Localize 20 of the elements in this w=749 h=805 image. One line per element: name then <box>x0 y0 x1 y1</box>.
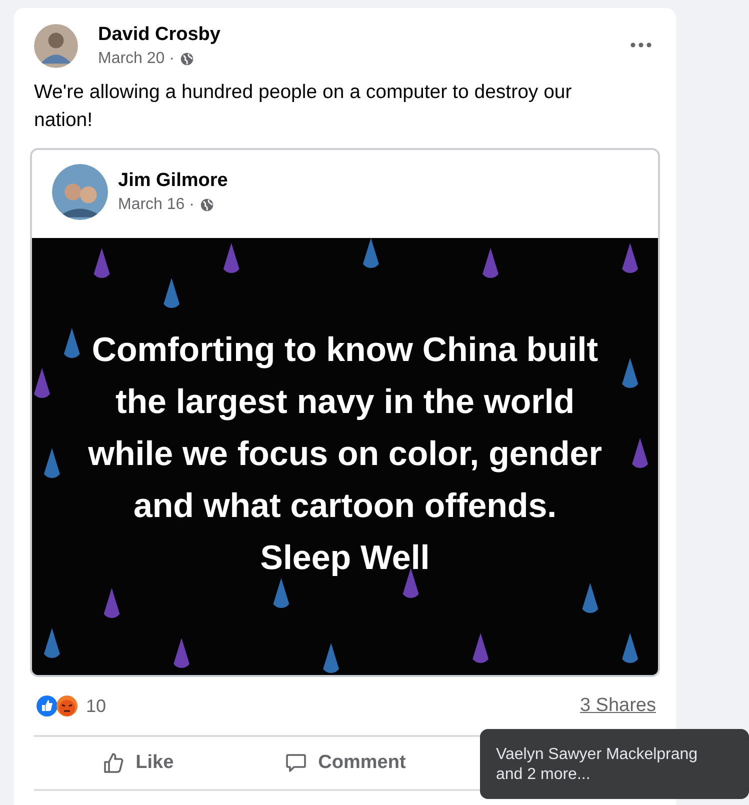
like-reaction-icon[interactable] <box>36 695 58 717</box>
author-name[interactable]: David Crosby <box>98 24 606 46</box>
globe-icon <box>180 52 194 66</box>
post-date[interactable]: March 20 · <box>98 50 174 68</box>
globe-icon <box>200 198 214 212</box>
image-caption: Comforting to know China built the largest navy in the world while we focus on color, gender and what cartoon offends. Sleep Well <box>88 330 602 579</box>
tooltip: Vaelyn Sawyer Mackelprang and 2 more... <box>480 729 749 799</box>
like-button[interactable]: Like <box>34 737 242 789</box>
avatar[interactable] <box>34 24 78 68</box>
comment-button[interactable]: Comment <box>241 737 449 789</box>
reaction-count[interactable]: 10 <box>86 696 106 716</box>
author-name[interactable]: Jim Gilmore <box>118 170 638 192</box>
shares-link[interactable]: 3 Shares <box>580 695 656 717</box>
ellipsis-icon <box>630 42 652 48</box>
avatar[interactable] <box>52 164 108 220</box>
post-date[interactable]: March 16 · <box>118 196 194 214</box>
speech-bubble-icon <box>284 751 308 775</box>
thumbs-up-icon <box>102 751 126 775</box>
post-text: We're allowing a hundred people on a computer to destroy our nation! <box>34 80 573 133</box>
angry-reaction-icon[interactable] <box>56 695 78 717</box>
